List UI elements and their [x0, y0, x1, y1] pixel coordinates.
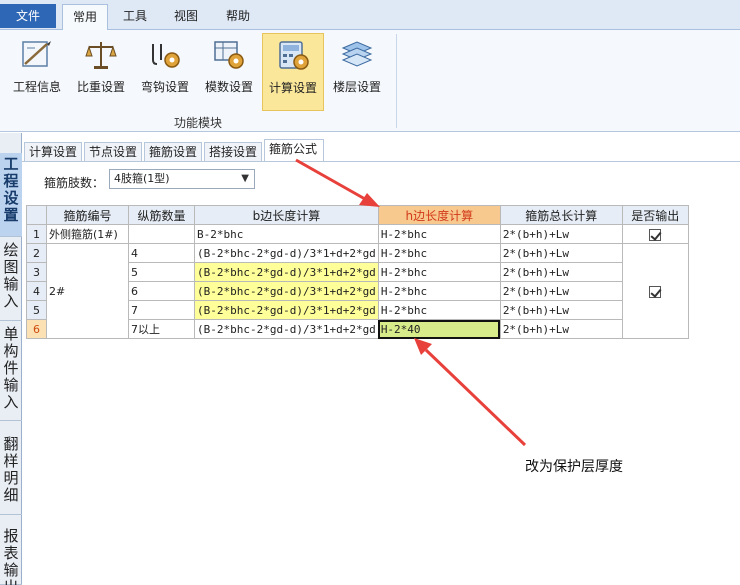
long-bar-count-cell[interactable]: 7: [128, 300, 195, 320]
tab-common[interactable]: 常用: [62, 4, 108, 30]
project-info-icon: [22, 41, 51, 67]
total-length-cell[interactable]: 2*(b+h)+Lw: [499, 300, 623, 320]
hook-gear-icon: [152, 44, 180, 68]
vtab-project-settings-label: 工程设置: [3, 155, 19, 224]
tab-tools[interactable]: 工具: [114, 4, 156, 30]
leg-count-select[interactable]: 4肢箍(1型) ▼: [109, 169, 255, 189]
subtab-node-settings[interactable]: 节点设置: [84, 142, 142, 162]
ribbon-group-separator: [396, 34, 397, 128]
stirrup-formula-table: 箍筋编号 纵筋数量 b边长度计算 h边长度计算 箍筋总长计算 是否输出 1 外侧…: [26, 205, 689, 339]
b-length-cell[interactable]: B-2*bhc: [194, 224, 379, 244]
row-number: 2: [26, 243, 47, 263]
annotation-text: 改为保护层厚度: [525, 459, 623, 475]
specific-weight-label: 比重设置: [76, 80, 125, 94]
total-length-cell[interactable]: 2*(b+h)+Lw: [499, 262, 623, 282]
vtab-report-output[interactable]: 报表输出: [0, 525, 22, 585]
floor-settings-label: 楼层设置: [332, 80, 381, 94]
b-length-cell[interactable]: (B-2*bhc-2*gd-d)/3*1+d+2*gd: [194, 281, 379, 301]
leg-count-label: 箍筋肢数：: [44, 176, 105, 190]
vtab-single-component-input[interactable]: 单构件输入: [0, 323, 22, 421]
left-vertical-tabs: 工程设置 绘图输入 单构件输入 翻样明细 报表输出: [0, 133, 22, 585]
ribbon: 工程信息 比重设置 弯钩设置 模数设置 计算设置 楼层设置 功能模块: [0, 30, 740, 132]
vtab-project-settings[interactable]: 工程设置: [0, 153, 22, 237]
modulus-settings-button[interactable]: 模数设置: [198, 33, 260, 111]
long-bar-count-cell[interactable]: [128, 224, 195, 244]
h-length-cell-edited[interactable]: H-2*40: [377, 319, 501, 339]
tab-view[interactable]: 视图: [164, 4, 208, 30]
row-number: 5: [26, 300, 47, 320]
row-number: 1: [26, 224, 47, 244]
output-cell: [621, 243, 689, 339]
subtab-calc-settings[interactable]: 计算设置: [24, 142, 82, 162]
vtab-drawing-input-label: 绘图输入: [3, 241, 19, 310]
file-menu[interactable]: 文件: [0, 4, 56, 28]
total-length-cell[interactable]: 2*(b+h)+Lw: [499, 281, 623, 301]
chevron-down-icon: ▼: [241, 173, 249, 184]
subtab-underline: [22, 161, 740, 162]
vtab-report-output-label: 报表输出: [3, 527, 19, 585]
calc-settings-button[interactable]: 计算设置: [262, 33, 324, 111]
h-length-cell[interactable]: H-2*bhc: [377, 281, 501, 301]
leg-count-value: 4肢箍(1型): [114, 172, 170, 185]
output-checkbox[interactable]: [649, 228, 662, 241]
header-total-length: 箍筋总长计算: [499, 205, 623, 225]
row-number: 6: [26, 319, 47, 339]
h-length-cell[interactable]: H-2*bhc: [377, 300, 501, 320]
modulus-settings-label: 模数设置: [204, 80, 253, 94]
vtab-layout-details[interactable]: 翻样明细: [0, 433, 22, 515]
specific-weight-button[interactable]: 比重设置: [70, 33, 132, 111]
long-bar-count-cell[interactable]: 7以上: [128, 319, 195, 339]
ribbon-group-label: 功能模块: [173, 116, 222, 130]
project-info-label: 工程信息: [12, 80, 61, 94]
tab-help[interactable]: 帮助: [216, 4, 260, 30]
subtab-stirrup-formula[interactable]: 箍筋公式: [264, 139, 324, 162]
subtab-stirrup-settings[interactable]: 箍筋设置: [144, 142, 202, 162]
long-bar-count-cell[interactable]: 6: [128, 281, 195, 301]
vtab-layout-details-label: 翻样明细: [3, 435, 19, 504]
subtab-lap-settings[interactable]: 搭接设置: [204, 142, 262, 162]
app-window: 文件 常用 工具 视图 帮助 工程信息 比重设置 弯钩设置 模数设置 计算设置 …: [0, 0, 740, 585]
b-length-cell[interactable]: (B-2*bhc-2*gd-d)/3*1+d+2*gd: [194, 243, 379, 263]
header-stirrup-id: 箍筋编号: [46, 205, 129, 225]
h-length-cell[interactable]: H-2*bhc: [377, 224, 501, 244]
output-checkbox[interactable]: [649, 285, 662, 298]
total-length-cell[interactable]: 2*(b+h)+Lw: [499, 224, 623, 244]
floor-stack-icon: [341, 41, 373, 67]
b-length-cell[interactable]: (B-2*bhc-2*gd-d)/3*1+d+2*gd: [194, 319, 379, 339]
row-number: 4: [26, 281, 47, 301]
floor-settings-button[interactable]: 楼层设置: [326, 33, 388, 111]
h-length-cell[interactable]: H-2*bhc: [377, 243, 501, 263]
vtab-single-component-input-label: 单构件输入: [3, 325, 19, 411]
header-long-bar-count: 纵筋数量: [128, 205, 195, 225]
stirrup-id-cell[interactable]: 2#: [46, 243, 129, 339]
header-corner: [26, 205, 47, 225]
calculator-gear-icon: [279, 41, 309, 70]
total-length-cell[interactable]: 2*(b+h)+Lw: [499, 319, 623, 339]
scale-weight-icon: [85, 42, 117, 69]
total-length-cell[interactable]: 2*(b+h)+Lw: [499, 243, 623, 263]
output-cell: [621, 224, 689, 244]
long-bar-count-cell[interactable]: 5: [128, 262, 195, 282]
b-length-cell[interactable]: (B-2*bhc-2*gd-d)/3*1+d+2*gd: [194, 262, 379, 282]
table-row: 2 2# 4 (B-2*bhc-2*gd-d)/3*1+d+2*gd H-2*b…: [26, 243, 689, 339]
header-b-length: b边长度计算: [194, 205, 379, 225]
menu-bar: 文件 常用 工具 视图 帮助: [0, 0, 740, 30]
long-bar-count-cell[interactable]: 4: [128, 243, 195, 263]
content-panel: 计算设置 节点设置 箍筋设置 搭接设置 箍筋公式 箍筋肢数： 4肢箍(1型) ▼…: [22, 133, 740, 585]
row-number: 3: [26, 262, 47, 282]
h-length-cell[interactable]: H-2*bhc: [377, 262, 501, 282]
project-info-button[interactable]: 工程信息: [4, 33, 70, 111]
b-length-cell[interactable]: (B-2*bhc-2*gd-d)/3*1+d+2*gd: [194, 300, 379, 320]
stirrup-id-cell[interactable]: 外侧箍筋(1#): [46, 224, 129, 244]
table-row: 1 外侧箍筋(1#) B-2*bhc H-2*bhc 2*(b+h)+Lw: [26, 224, 689, 244]
hook-settings-button[interactable]: 弯钩设置: [134, 33, 196, 111]
calc-settings-label: 计算设置: [268, 81, 317, 95]
hook-settings-label: 弯钩设置: [140, 80, 189, 94]
table-header-row: 箍筋编号 纵筋数量 b边长度计算 h边长度计算 箍筋总长计算 是否输出: [26, 205, 689, 225]
header-h-length: h边长度计算: [377, 205, 501, 225]
modulus-gear-icon: [214, 41, 244, 69]
vtab-drawing-input[interactable]: 绘图输入: [0, 239, 22, 321]
header-output: 是否输出: [621, 205, 689, 225]
